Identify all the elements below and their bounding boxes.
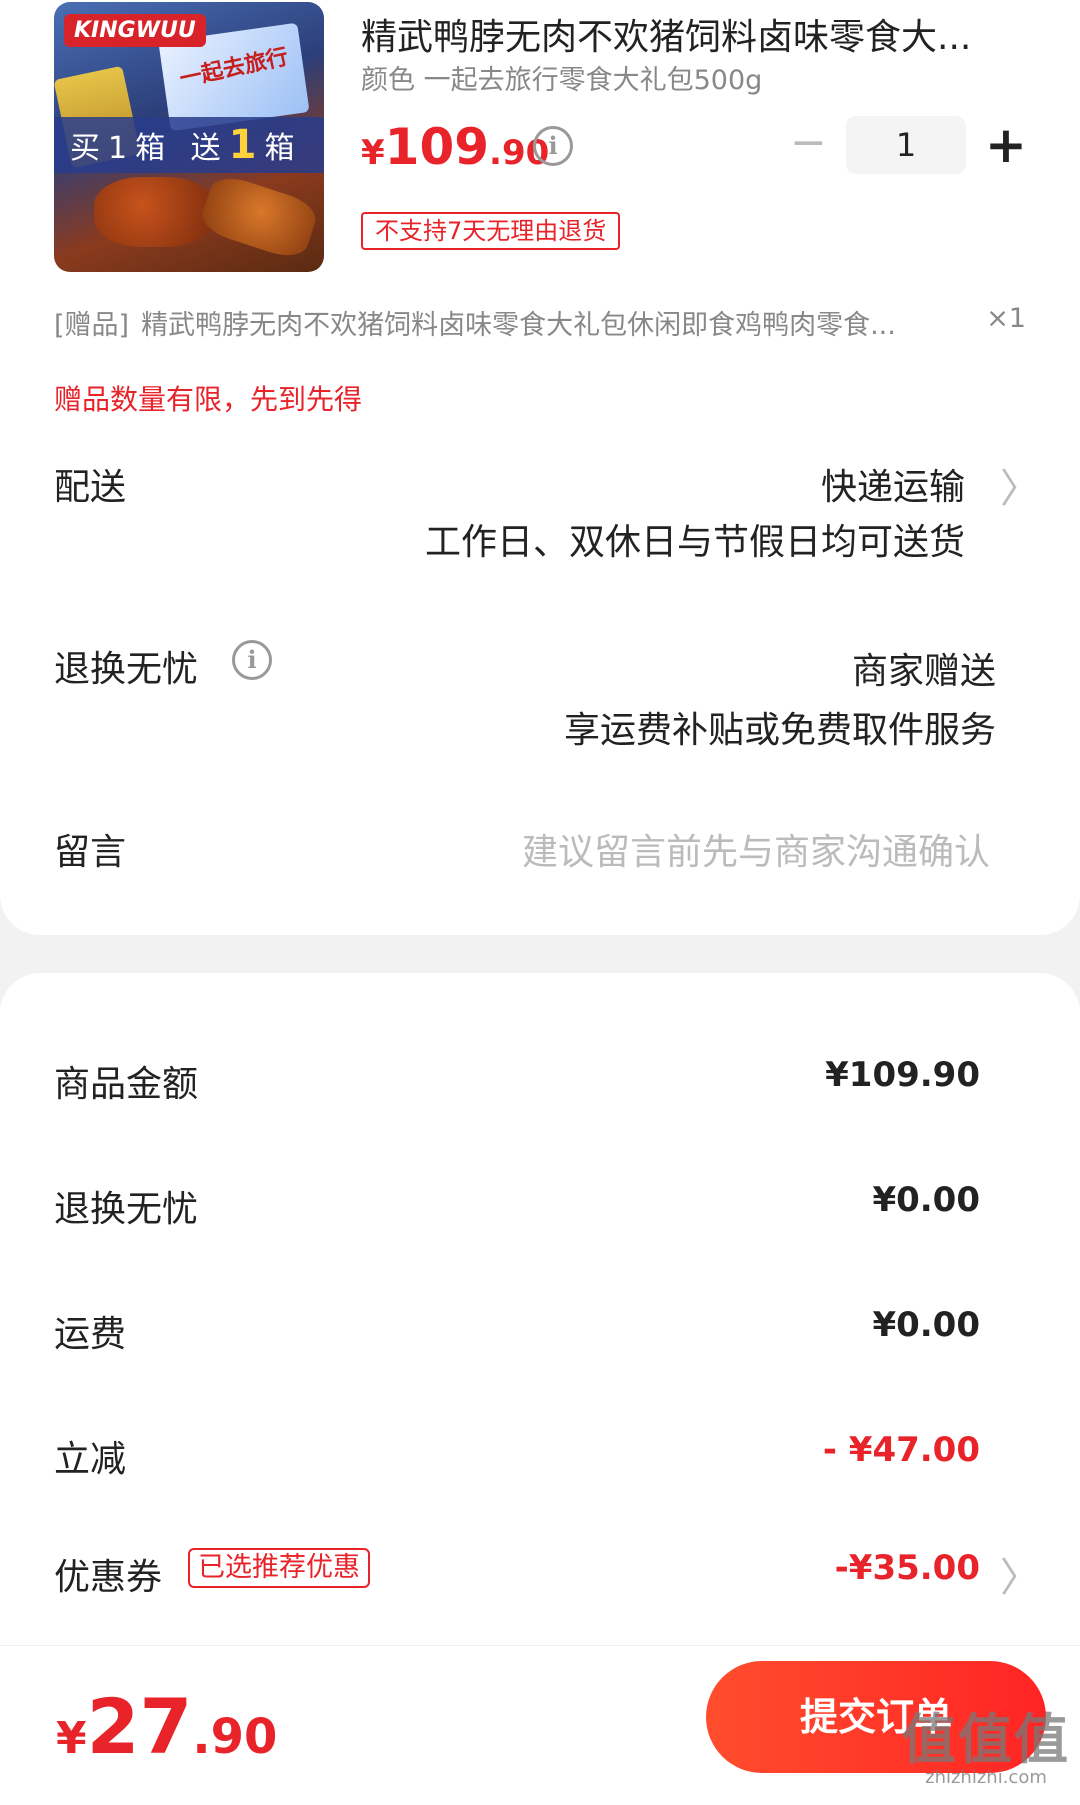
product-thumbnail[interactable]: 一起去旅行 KINGWUU 买1箱 送1箱	[54, 2, 324, 272]
worry-free-detail: 享运费补贴或免费取件服务	[563, 710, 996, 751]
quantity-decrease-button[interactable]: −	[790, 121, 827, 165]
total-currency: ¥	[56, 1713, 87, 1764]
promo-text-2: 箱 送	[135, 131, 229, 166]
site-watermark: 值值值 zhizhizhi.com	[902, 1712, 1070, 1788]
summary-value-coupon[interactable]: -¥35.00	[835, 1548, 980, 1588]
braised-wing-graphic	[197, 171, 321, 263]
gift-quantity: ×1	[986, 303, 1026, 334]
gift-tag: [赠品]	[54, 310, 130, 341]
watermark-logo: 值值值	[902, 1708, 1070, 1771]
price-integer: 109	[384, 118, 490, 176]
delivery-label: 配送	[54, 467, 127, 508]
order-detail-card: 一起去旅行 KINGWUU 买1箱 送1箱 精武鸭脖无肉不欢猪饲料卤味零食大..…	[0, 0, 1080, 935]
quantity-input[interactable]: 1	[846, 116, 966, 174]
total-integer: 27	[86, 1682, 193, 1771]
delivery-detail: 工作日、双休日与节假日均可送货	[424, 522, 965, 563]
coupon-chevron-right-icon[interactable]: 〉	[1000, 1545, 1040, 1603]
product-price: ¥109.90	[361, 118, 549, 176]
promo-text-3: 箱	[264, 131, 303, 166]
delivery-method[interactable]: 快递运输	[821, 458, 965, 510]
worry-free-info-icon[interactable]: i	[232, 640, 272, 680]
summary-value-worry-free: ¥0.00	[872, 1180, 980, 1220]
promo-num-1: 1	[108, 131, 136, 166]
product-spec[interactable]: 颜色 一起去旅行零食大礼包500g	[361, 58, 762, 97]
gift-notice: 赠品数量有限，先到先得	[54, 383, 363, 416]
summary-label-shipping: 运费	[54, 1314, 127, 1355]
message-input[interactable]: 建议留言前先与商家沟通确认	[522, 823, 990, 875]
price-currency: ¥	[361, 133, 385, 173]
summary-label-worry-free: 退换无忧	[54, 1189, 199, 1230]
promo-banner: 买1箱 送1箱	[54, 117, 324, 173]
summary-value-instant-discount: - ¥47.00	[822, 1430, 980, 1470]
worry-free-value: 商家赠送	[851, 651, 996, 692]
order-total: ¥27.90	[56, 1682, 277, 1771]
chevron-right-icon[interactable]: 〉	[1000, 456, 1040, 514]
watermark-url: zhizhizhi.com	[925, 1767, 1047, 1788]
gift-item-row: [赠品] 精武鸭脖无肉不欢猪饲料卤味零食大礼包休闲即食鸡鸭肉零食... ×1	[54, 303, 1026, 342]
total-decimal: .90	[192, 1709, 278, 1765]
summary-label-coupon[interactable]: 优惠券	[54, 1548, 162, 1600]
summary-value-goods: ¥109.90	[825, 1055, 980, 1095]
gift-name: 精武鸭脖无肉不欢猪饲料卤味零食大礼包休闲即食鸡鸭肉零食...	[141, 310, 896, 341]
gift-box-title: 一起去旅行	[177, 44, 291, 93]
price-info-icon[interactable]: i	[533, 126, 573, 166]
summary-label-instant-discount: 立减	[54, 1439, 127, 1480]
worry-free-label: 退换无忧	[54, 649, 199, 690]
summary-label-goods: 商品金额	[54, 1064, 199, 1105]
promo-num-2: 1	[228, 122, 265, 168]
summary-value-shipping: ¥0.00	[872, 1305, 980, 1345]
return-policy-badge: 不支持7天无理由退货	[361, 212, 621, 250]
promo-text-1: 买	[70, 131, 108, 166]
brand-logo: KINGWUU	[64, 14, 206, 47]
product-title[interactable]: 精武鸭脖无肉不欢猪饲料卤味零食大...	[361, 8, 1021, 60]
coupon-selected-badge[interactable]: 已选推荐优惠	[188, 1548, 370, 1588]
quantity-increase-button[interactable]: +	[985, 120, 1027, 170]
braised-meat-graphic	[94, 177, 214, 247]
message-label: 留言	[54, 832, 127, 873]
